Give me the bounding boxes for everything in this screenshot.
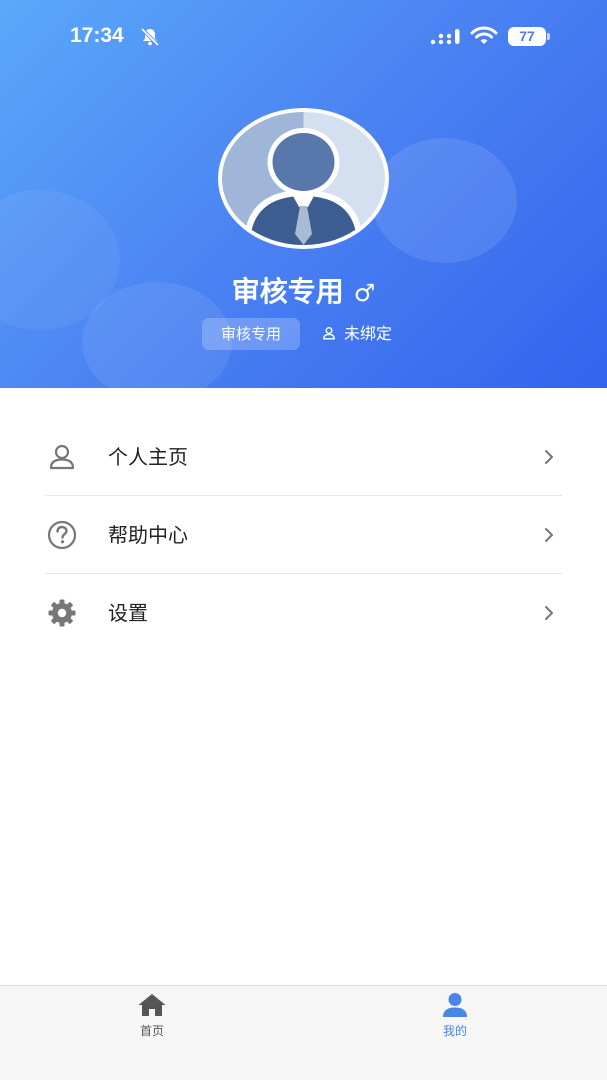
tab-label: 我的 xyxy=(442,1024,467,1038)
menu-item-label: 帮助中心 xyxy=(108,523,188,547)
gear-icon xyxy=(48,599,76,627)
person-outline-icon xyxy=(323,327,335,340)
tab-home[interactable]: 首页 xyxy=(112,992,192,1039)
cellular-signal-icon xyxy=(430,28,462,46)
chevron-right-icon xyxy=(545,450,553,464)
binding-status[interactable]: 未绑定 xyxy=(322,318,392,350)
profile-name: 审核专用 ♂ xyxy=(0,270,607,310)
battery-indicator: 77 xyxy=(508,27,546,46)
home-icon xyxy=(138,994,166,1016)
person-icon xyxy=(49,444,75,470)
user-icon xyxy=(443,993,467,1017)
chevron-right-icon xyxy=(545,606,553,620)
menu-item-help-center[interactable]: 帮助中心 xyxy=(45,496,562,574)
settings-menu: 个人主页 帮助中心 设置 xyxy=(0,418,607,652)
default-avatar-icon xyxy=(222,112,385,245)
status-time: 17:34 xyxy=(70,24,124,47)
profile-header: 17:34 77 审核专用 ♂ 审核专用 未绑定 xyxy=(0,0,607,388)
decor-bubble xyxy=(372,138,517,263)
chevron-right-icon xyxy=(545,528,553,542)
binding-status-text: 未绑定 xyxy=(344,324,393,343)
tab-mine[interactable]: 我的 xyxy=(415,992,495,1039)
role-badge: 审核专用 xyxy=(202,318,300,350)
profile-name-text: 审核专用 xyxy=(231,275,344,308)
wifi-icon xyxy=(470,26,498,46)
menu-item-personal-homepage[interactable]: 个人主页 xyxy=(45,418,562,496)
status-bar: 17:34 77 xyxy=(0,0,607,70)
bottom-tab-bar: 首页 我的 xyxy=(0,985,607,1080)
battery-tip xyxy=(547,33,550,40)
profile-screen: 17:34 77 审核专用 ♂ 审核专用 未绑定 个人主页 帮助中心 设置 首页… xyxy=(0,0,607,1080)
bell-muted-icon xyxy=(140,27,160,47)
avatar[interactable] xyxy=(218,108,389,249)
gender-male-icon: ♂ xyxy=(353,279,376,307)
tab-label: 首页 xyxy=(139,1024,164,1038)
menu-item-label: 设置 xyxy=(108,601,148,625)
menu-item-label: 个人主页 xyxy=(108,445,188,469)
help-icon xyxy=(47,520,77,550)
menu-item-settings[interactable]: 设置 xyxy=(45,574,562,652)
